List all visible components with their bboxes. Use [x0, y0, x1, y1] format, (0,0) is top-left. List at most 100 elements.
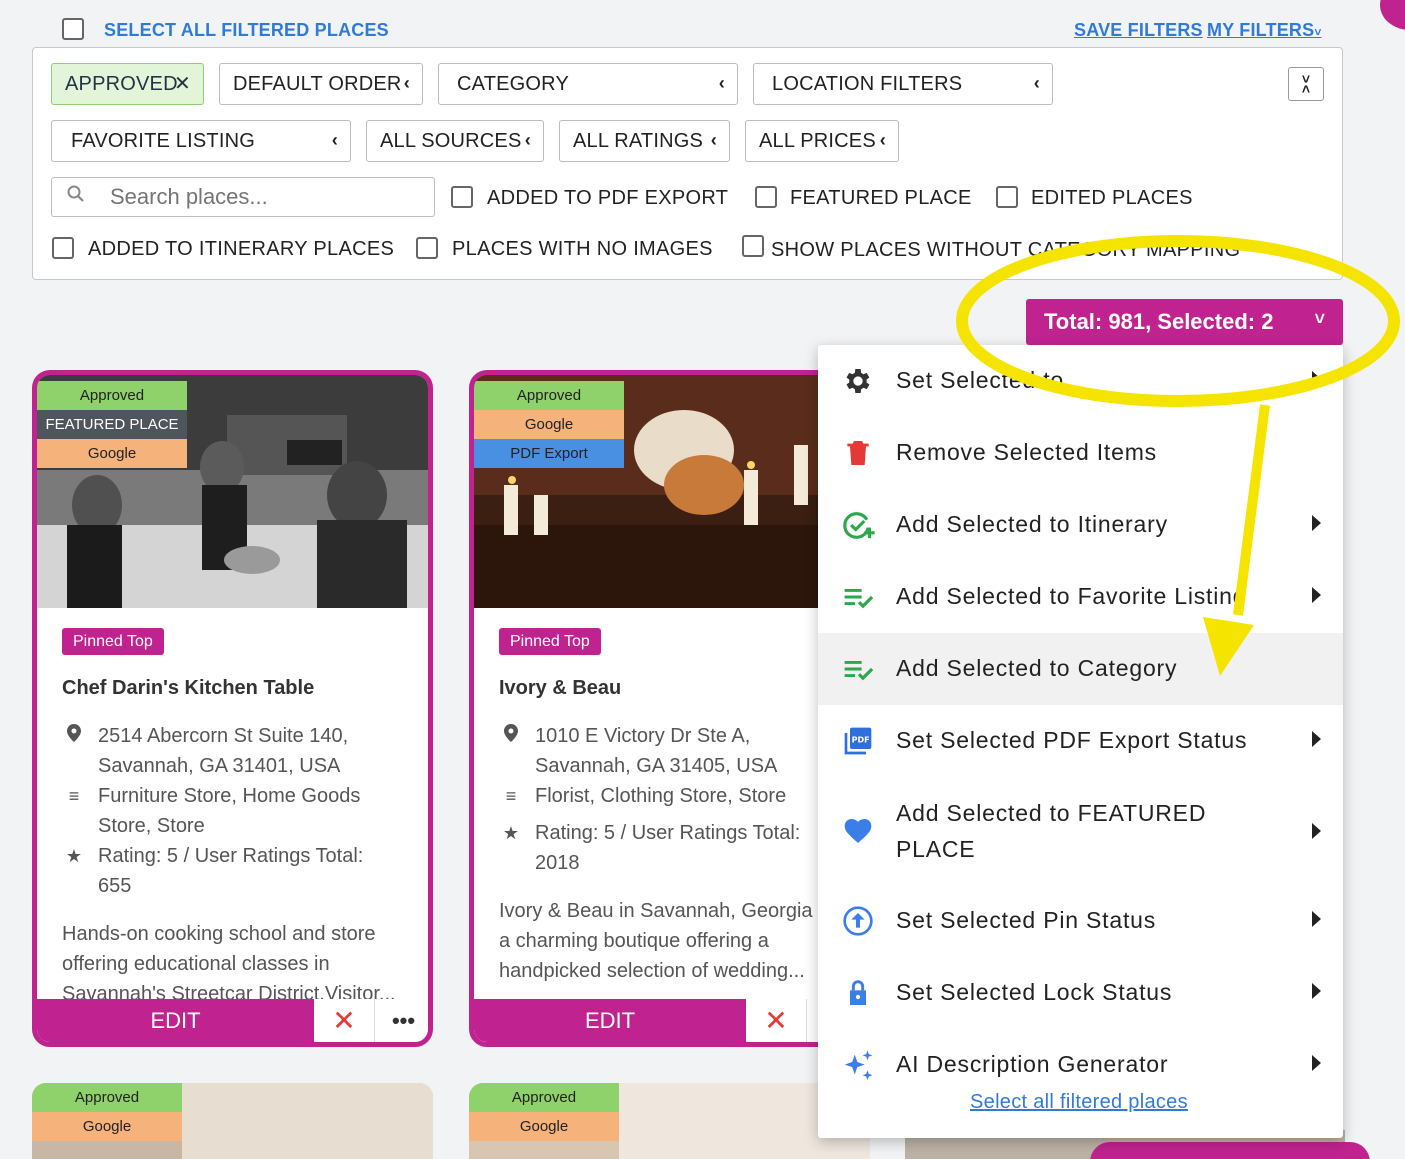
menu-item-add-category[interactable]: Add Selected to Category	[818, 633, 1343, 705]
chevron-left-icon: ‹	[403, 73, 410, 93]
default-order-dropdown[interactable]: DEFAULT ORDER ‹	[219, 63, 423, 105]
chevron-left-icon: ‹	[1033, 73, 1040, 93]
gear-icon	[842, 365, 878, 397]
star-icon: ★	[502, 823, 520, 843]
heart-icon	[842, 815, 878, 847]
floating-action-button[interactable]	[1090, 1142, 1370, 1159]
select-all-checkbox[interactable]	[62, 18, 84, 40]
menu-item-set-selected[interactable]: Set Selected to	[818, 345, 1343, 417]
playlist-check-icon	[842, 581, 878, 613]
place-card[interactable]: Approved Google	[469, 1083, 870, 1159]
place-description: Hands-on cooking school and store offeri…	[62, 923, 396, 1003]
corner-decoration	[1380, 0, 1405, 30]
star-icon: ★	[65, 846, 83, 866]
select-all-filtered-link[interactable]: Select all filtered places	[970, 1091, 1188, 1114]
place-image	[182, 1083, 433, 1159]
caret-right-icon	[1312, 911, 1321, 927]
no-images-checkbox[interactable]	[416, 237, 438, 259]
pdf-export-checkbox[interactable]	[451, 186, 473, 208]
source-badge: Google	[37, 439, 187, 468]
no-category-mapping-checkbox[interactable]	[742, 235, 764, 257]
caret-right-icon	[1312, 823, 1321, 839]
list-icon: ≡	[68, 786, 80, 806]
pdf-export-badge: PDF Export	[474, 439, 624, 468]
menu-item-remove-selected[interactable]: Remove Selected Items	[818, 417, 1343, 489]
edited-places-label: EDITED PLACES	[1031, 187, 1193, 209]
rating-row: ★ Rating: 5 / User Ratings Total: 655	[66, 841, 388, 901]
menu-item-add-favorite[interactable]: Add Selected to Favorite Listing	[818, 561, 1343, 633]
caret-right-icon	[1312, 1055, 1321, 1071]
categories-row: ≡ Florist, Clothing Store, Store	[506, 781, 825, 811]
menu-item-pin-status[interactable]: Set Selected Pin Status	[818, 885, 1343, 957]
status-badge: Approved	[37, 381, 187, 410]
pinned-badge: Pinned Top	[499, 628, 601, 655]
delete-icon[interactable]: ✕	[746, 999, 806, 1042]
approved-filter-chip[interactable]: APPROVED ✕	[51, 63, 204, 105]
edit-button[interactable]: EDIT	[37, 999, 314, 1042]
close-icon[interactable]: ✕	[174, 71, 191, 96]
place-card[interactable]: Approved Google	[32, 1083, 433, 1159]
favorite-listing-dropdown[interactable]: FAVORITE LISTING ‹	[51, 120, 351, 162]
delete-icon[interactable]: ✕	[314, 999, 374, 1042]
arrow-up-circle-icon	[842, 905, 878, 937]
status-badge: Approved	[469, 1083, 619, 1112]
location-pin-icon	[62, 721, 86, 751]
chevron-left-icon: ‹	[331, 130, 338, 150]
menu-item-lock-status[interactable]: Set Selected Lock Status	[818, 957, 1343, 1029]
source-badge: Google	[32, 1112, 182, 1141]
rating-row: ★ Rating: 5 / User Ratings Total: 2018	[503, 818, 825, 878]
categories-row: ≡ Furniture Store, Home Goods Store, Sto…	[69, 781, 388, 841]
category-dropdown[interactable]: CATEGORY ‹	[438, 63, 738, 105]
bulk-actions-menu: Set Selected to Remove Selected Items Ad…	[818, 345, 1343, 1138]
caret-right-icon	[1312, 587, 1321, 603]
caret-right-icon	[1312, 371, 1321, 387]
search-icon	[52, 184, 100, 210]
all-ratings-dropdown[interactable]: ALL RATINGS ‹	[559, 120, 730, 162]
playlist-check-icon	[842, 653, 878, 685]
svg-text:PDF: PDF	[852, 735, 870, 744]
save-filters-link[interactable]: SAVE FILTERS	[1074, 20, 1203, 41]
chevron-left-icon: ‹	[524, 130, 531, 150]
all-sources-dropdown[interactable]: ALL SOURCES ‹	[366, 120, 544, 162]
source-badge: Google	[474, 410, 624, 439]
menu-item-add-featured[interactable]: Add Selected to FEATURED PLACE	[818, 777, 1343, 885]
address-row: 1010 E Victory Dr Ste A, Savannah, GA 31…	[504, 721, 815, 781]
address-row: 2514 Abercorn St Suite 140, Savannah, GA…	[67, 721, 388, 781]
no-images-label: PLACES WITH NO IMAGES	[452, 238, 713, 260]
status-badge: Approved	[32, 1083, 182, 1112]
search-input[interactable]	[110, 184, 430, 210]
collapse-filters-button[interactable]: ˅ ˄	[1288, 67, 1324, 101]
menu-item-pdf-export-status[interactable]: PDF Set Selected PDF Export Status	[818, 705, 1343, 777]
more-options-icon[interactable]: •••	[374, 999, 428, 1042]
featured-badge: FEATURED PLACE	[37, 410, 187, 439]
sparkle-icon	[842, 1049, 878, 1081]
caret-right-icon	[1312, 731, 1321, 747]
edit-button[interactable]: EDIT	[474, 999, 746, 1042]
edited-places-checkbox[interactable]	[996, 186, 1018, 208]
featured-place-label: FEATURED PLACE	[790, 187, 972, 209]
no-category-mapping-label: SHOW PLACES WITHOUT CATEGORY MAPPING	[771, 239, 1241, 261]
place-title: Ivory & Beau	[499, 677, 622, 699]
place-card[interactable]: Approved Google PDF Export Pinned Top Iv…	[469, 370, 870, 1047]
pinned-badge: Pinned Top	[62, 628, 164, 655]
search-box[interactable]	[51, 177, 435, 217]
pdf-icon: PDF	[842, 725, 878, 757]
my-filters-link[interactable]: MY FILTERS˅	[1207, 20, 1322, 41]
itinerary-places-checkbox[interactable]	[52, 237, 74, 259]
status-badge: Approved	[474, 381, 624, 410]
bulk-actions-button[interactable]: Total: 981, Selected: 2 ˅	[1026, 299, 1343, 345]
place-card[interactable]: Approved FEATURED PLACE Google Pinned To…	[32, 370, 433, 1047]
caret-right-icon	[1312, 515, 1321, 531]
menu-item-add-itinerary[interactable]: Add Selected to Itinerary	[818, 489, 1343, 561]
itinerary-places-label: ADDED TO ITINERARY PLACES	[88, 238, 395, 260]
source-badge: Google	[469, 1112, 619, 1141]
all-prices-dropdown[interactable]: ALL PRICES ‹	[745, 120, 899, 162]
select-all-label[interactable]: SELECT ALL FILTERED PLACES	[104, 20, 389, 41]
check-circle-add-icon	[842, 509, 878, 541]
location-filters-dropdown[interactable]: LOCATION FILTERS ‹	[753, 63, 1053, 105]
featured-place-checkbox[interactable]	[755, 186, 777, 208]
chevron-left-icon: ‹	[710, 130, 717, 150]
chevron-down-icon: ˅	[1314, 25, 1322, 39]
pdf-export-label: ADDED TO PDF EXPORT	[487, 187, 729, 209]
collapse-icon: ˅ ˄	[1301, 71, 1311, 97]
